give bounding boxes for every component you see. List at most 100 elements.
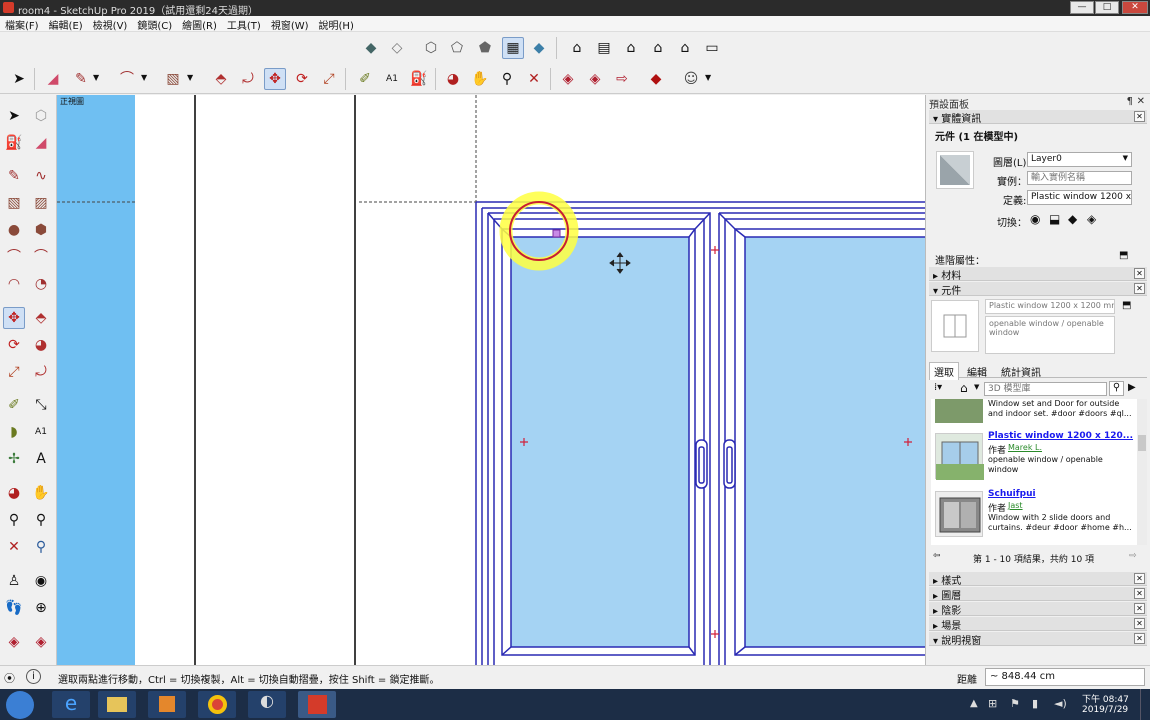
minimize-button[interactable]: — [1070, 1, 1094, 14]
back-view-icon[interactable]: ⌂ [674, 37, 696, 59]
display-options-icon[interactable]: ⁞▾ [934, 382, 942, 393]
layer-select[interactable]: Layer0 ▼ [1027, 152, 1132, 167]
search-icon[interactable]: ⚲ [1109, 381, 1124, 396]
pie-icon[interactable]: ◔ [30, 273, 52, 295]
arc-tool-icon[interactable]: ⌒ [116, 68, 138, 90]
push-pull-icon[interactable]: ⬘ [30, 307, 52, 329]
scrollbar-thumb[interactable] [1138, 435, 1146, 451]
start-button[interactable] [6, 691, 34, 719]
hidden-line-style-icon[interactable]: ⬠ [446, 37, 468, 59]
iso-view-icon[interactable]: ⌂ [566, 37, 588, 59]
warehouse-search-input[interactable] [984, 382, 1107, 396]
make-component-icon[interactable]: ⬡ [30, 105, 52, 127]
geo-location-icon[interactable]: ⦿ [4, 670, 15, 686]
forward-arrow-icon[interactable]: ▶ [1128, 382, 1136, 393]
right-view-icon[interactable]: ⌂ [647, 37, 669, 59]
visibility-eye-icon[interactable]: ◉ [1030, 212, 1040, 226]
sketchup-taskbar-icon[interactable] [298, 691, 336, 718]
component-name-field[interactable]: Plastic window 1200 x 1200 mm [985, 299, 1115, 314]
next-page-icon[interactable]: ⇨ [1129, 551, 1137, 561]
line-icon[interactable]: ✎ [3, 165, 25, 187]
components-header[interactable]: ▾ 元件 ✕ [929, 282, 1147, 297]
show-desktop-button[interactable] [1140, 689, 1150, 720]
text-icon[interactable]: A1 [30, 421, 52, 443]
receive-shadows-icon[interactable]: ◆ [1068, 212, 1077, 226]
eraser-icon[interactable]: ◢ [30, 132, 52, 154]
pin-icon[interactable]: ¶ [1127, 96, 1133, 107]
result-author-link[interactable]: Jast [1008, 501, 1023, 510]
layers-header[interactable]: ▸ 圖層 ✕ [929, 587, 1147, 602]
previous-page-icon[interactable]: ⇦ [933, 551, 941, 561]
network-icon[interactable]: ⊞ [988, 697, 997, 710]
offset-icon[interactable]: ⤾ [30, 361, 52, 383]
paint-bucket-tool-icon[interactable]: ⛽ [408, 68, 430, 90]
capture-tool-icon[interactable]: ◐ [248, 691, 286, 718]
shaded-textures-style-icon[interactable]: ▦ [502, 37, 524, 59]
position-camera-icon[interactable]: ♙ [3, 570, 25, 592]
zoom-extents-tool-icon[interactable]: ✕ [523, 68, 545, 90]
menu-tools[interactable]: 工具(T) [222, 16, 266, 32]
info-icon[interactable]: i [26, 669, 41, 684]
menu-draw[interactable]: 繪圖(R) [177, 16, 222, 32]
previous-view-icon[interactable]: ⚲ [30, 536, 52, 558]
instance-input[interactable] [1027, 171, 1132, 185]
scale-tool-icon[interactable]: ⤢ [318, 68, 340, 90]
line-dropdown-icon[interactable]: ▼ [93, 73, 99, 82]
component-description-field[interactable]: openable window / openable window [985, 316, 1115, 354]
arc-icon[interactable]: ⌒ [3, 246, 25, 268]
zoom-extents-icon[interactable]: ✕ [3, 536, 25, 558]
close-icon[interactable]: ✕ [1134, 573, 1145, 584]
shaded-style-icon[interactable]: ⬟ [474, 37, 496, 59]
three-point-arc-icon[interactable]: ◠ [3, 273, 25, 295]
pan-icon[interactable]: ✋ [30, 482, 52, 504]
select-tool-icon[interactable]: ➤ [8, 68, 30, 90]
cast-shadows-icon[interactable]: ◈ [1087, 212, 1096, 226]
tray-close-icon[interactable]: ✕ [1137, 96, 1145, 107]
measurements-box[interactable]: ~ 848.44 cm [985, 668, 1145, 686]
navigation-dropdown-icon[interactable]: ▼ [974, 383, 979, 391]
menu-window[interactable]: 視窗(W) [266, 16, 314, 32]
back-edges-style-icon[interactable]: ◇ [386, 37, 408, 59]
line-tool-icon[interactable]: ✎ [70, 68, 92, 90]
result-title[interactable]: Plastic window 1200 x 120... [988, 431, 1133, 441]
clock-time[interactable]: 下午 08:47 [1082, 692, 1129, 705]
menu-camera[interactable]: 鏡頭(C) [132, 16, 177, 32]
styles-header[interactable]: ▸ 樣式 ✕ [929, 572, 1147, 587]
media-player-icon[interactable] [148, 691, 186, 718]
definition-field[interactable]: Plastic window 1200 x 120 [1027, 190, 1132, 205]
look-around-icon[interactable]: ◉ [30, 570, 52, 592]
share-model-side-icon[interactable]: ◈ [30, 631, 52, 653]
menu-file[interactable]: 檔案(F) [0, 16, 44, 32]
two-point-arc-icon[interactable]: ⌒ [30, 246, 52, 268]
power-icon[interactable]: ▮ [1032, 697, 1038, 710]
internet-explorer-icon[interactable]: e [52, 691, 90, 718]
component-results-list[interactable]: Window set and Door for outside and indo… [931, 399, 1137, 545]
top-view-icon[interactable]: ▤ [593, 37, 615, 59]
menu-view[interactable]: 檢視(V) [88, 16, 133, 32]
share-component-icon[interactable]: ⇨ [611, 68, 633, 90]
tape-measure-tool-icon[interactable]: ✐ [354, 68, 376, 90]
rotated-rectangle-icon[interactable]: ▨ [30, 192, 52, 214]
shadows-header[interactable]: ▸ 陰影 ✕ [929, 602, 1147, 617]
follow-me-icon[interactable]: ◕ [30, 334, 52, 356]
scene-tab[interactable]: 正視圖 [60, 96, 84, 107]
zoom-icon[interactable]: ⚲ [3, 509, 25, 531]
maximize-button[interactable]: □ [1095, 1, 1119, 14]
circle-icon[interactable]: ● [3, 219, 25, 241]
rectangle-dropdown-icon[interactable]: ▼ [187, 73, 193, 82]
polygon-icon[interactable]: ⬢ [30, 219, 52, 241]
tab-edit[interactable]: 編輯 [963, 363, 991, 380]
rectangle-icon[interactable]: ▧ [3, 192, 25, 214]
rectangle-tool-icon[interactable]: ▧ [162, 68, 184, 90]
menu-help[interactable]: 說明(H) [314, 16, 359, 32]
xray-style-icon[interactable]: ◆ [360, 37, 382, 59]
rotate-tool-icon[interactable]: ⟳ [291, 68, 313, 90]
scenes-header[interactable]: ▸ 場景 ✕ [929, 617, 1147, 632]
freehand-icon[interactable]: ∿ [30, 165, 52, 187]
account-dropdown-icon[interactable]: ▼ [705, 73, 711, 82]
axes-icon[interactable]: ✢ [3, 448, 25, 470]
text-tool-icon[interactable]: A1 [381, 68, 403, 90]
materials-header[interactable]: ▸ 材料 ✕ [929, 267, 1147, 282]
account-icon[interactable]: ☺ [680, 68, 702, 90]
instructor-header[interactable]: ▾ 說明視窗 ✕ [929, 632, 1147, 647]
